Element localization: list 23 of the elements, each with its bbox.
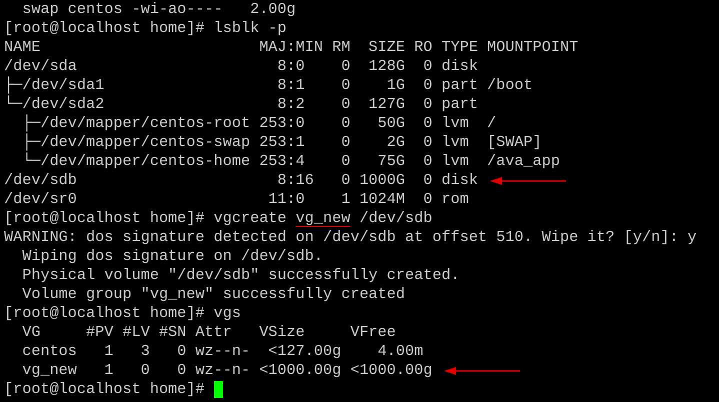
terminal-line: ├─/dev/mapper/centos-root 253:0 0 50G 0 lvm / [21,114,496,133]
terminal-line: ├─/dev/mapper/centos-swap 253:1 0 2G 0 lvm [SWAP] [21,133,542,152]
terminal-line: /dev/sdb 8:16 0 1000G 0 disk [4,171,478,190]
terminal-line: /dev/sda 8:0 0 128G 0 disk [4,57,478,76]
terminal-line: Physical volume "/dev/sdb" successfully created. [21,266,460,285]
terminal-text: [root@localhost home]# vgcreate [4,209,288,228]
terminal-line: /dev/sr0 11:0 1 1024M 0 rom [4,190,469,209]
terminal-line: Wiping dos signature on /dev/sdb. [21,247,323,266]
terminal-text: /dev/sdb [358,209,432,228]
terminal-line: NAME MAJ:MIN RM SIZE RO TYPE MOUNTPOINT [4,38,578,57]
terminal-line: centos 1 3 0 wz--n- <127.00g 4.00m [21,342,424,361]
terminal-line: [root@localhost home]# [4,380,206,399]
terminal-line: WARNING: dos signature detected on /dev/sdb at offset 510. Wipe it? [y/n]: y [4,228,697,247]
terminal-line: └─/dev/mapper/centos-home 253:4 0 75G 0 lvm /ava_app [21,152,560,171]
terminal-line: swap centos -wi-ao---- 2.00g [21,0,296,19]
terminal-line: vg_new 1 0 0 wz--n- <1000.00g <1000.00g [21,361,432,380]
terminal-line: [root@localhost home]# vgs [4,304,241,323]
terminal-line: └─/dev/sda2 8:2 0 127G 0 part [4,95,478,114]
terminal-line: ├─/dev/sda1 8:1 0 1G 0 part /boot [4,76,533,95]
terminal-line: VG #PV #LV #SN Attr VSize VFree [21,323,396,342]
underlined-text: vg_new [296,209,350,228]
terminal-line: [root@localhost home]# lsblk -p [4,19,287,38]
terminal-line: Volume group "vg_new" successfully created [21,285,406,304]
